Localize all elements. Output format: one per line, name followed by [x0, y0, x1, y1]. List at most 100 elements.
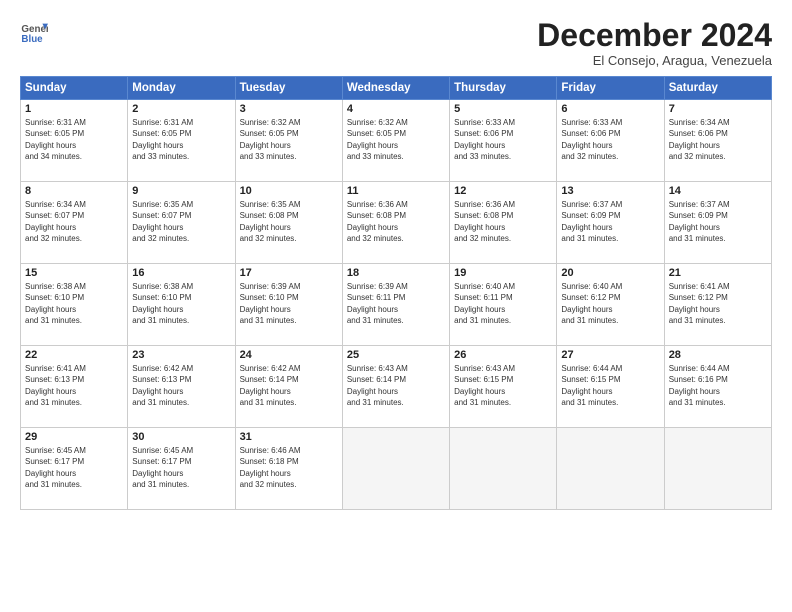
calendar-cell — [557, 428, 664, 510]
day-number: 7 — [669, 103, 767, 115]
calendar-cell — [342, 428, 449, 510]
cell-info: Sunrise: 6:37 AMSunset: 6:09 PMDaylight … — [669, 200, 730, 243]
day-number: 1 — [25, 103, 123, 115]
day-number: 6 — [561, 103, 659, 115]
calendar-cell: 9Sunrise: 6:35 AMSunset: 6:07 PMDaylight… — [128, 182, 235, 264]
day-number: 22 — [25, 349, 123, 361]
cell-info: Sunrise: 6:38 AMSunset: 6:10 PMDaylight … — [25, 282, 86, 325]
calendar-cell: 23Sunrise: 6:42 AMSunset: 6:13 PMDayligh… — [128, 346, 235, 428]
cell-info: Sunrise: 6:36 AMSunset: 6:08 PMDaylight … — [347, 200, 408, 243]
cell-info: Sunrise: 6:42 AMSunset: 6:14 PMDaylight … — [240, 364, 301, 407]
header-tuesday: Tuesday — [235, 77, 342, 100]
day-number: 24 — [240, 349, 338, 361]
cell-info: Sunrise: 6:44 AMSunset: 6:16 PMDaylight … — [669, 364, 730, 407]
logo: General Blue — [20, 18, 52, 46]
cell-info: Sunrise: 6:43 AMSunset: 6:15 PMDaylight … — [454, 364, 515, 407]
calendar-table: Sunday Monday Tuesday Wednesday Thursday… — [20, 76, 772, 510]
cell-info: Sunrise: 6:35 AMSunset: 6:08 PMDaylight … — [240, 200, 301, 243]
calendar-page: General Blue December 2024 El Consejo, A… — [0, 0, 792, 612]
cell-info: Sunrise: 6:43 AMSunset: 6:14 PMDaylight … — [347, 364, 408, 407]
day-number: 5 — [454, 103, 552, 115]
cell-info: Sunrise: 6:45 AMSunset: 6:17 PMDaylight … — [132, 446, 193, 489]
day-number: 27 — [561, 349, 659, 361]
header-monday: Monday — [128, 77, 235, 100]
calendar-cell: 1 Sunrise: 6:31 AMSunset: 6:05 PMDaylight… — [21, 100, 128, 182]
cell-info: Sunrise: 6:46 AMSunset: 6:18 PMDaylight … — [240, 446, 301, 489]
calendar-cell: 12 Sunrise: 6:36 AMSunset: 6:08 PMDayligh… — [450, 182, 557, 264]
header: General Blue December 2024 El Consejo, A… — [20, 18, 772, 68]
calendar-cell — [450, 428, 557, 510]
calendar-cell: 13 Sunrise: 6:37 AMSunset: 6:09 PMDayligh… — [557, 182, 664, 264]
day-number: 26 — [454, 349, 552, 361]
calendar-cell: 17Sunrise: 6:39 AMSunset: 6:10 PMDayligh… — [235, 264, 342, 346]
cell-info: Sunrise: 6:33 AMSunset: 6:06 PMDaylight … — [561, 118, 622, 161]
cell-info: Sunrise: 6:31 AMSunset: 6:05 PMDaylight … — [25, 118, 86, 161]
calendar-cell: 5 Sunrise: 6:33 AMSunset: 6:06 PMDaylight… — [450, 100, 557, 182]
cell-info: Sunrise: 6:33 AMSunset: 6:06 PMDaylight … — [454, 118, 515, 161]
calendar-cell: 15Sunrise: 6:38 AMSunset: 6:10 PMDayligh… — [21, 264, 128, 346]
cell-info: Sunrise: 6:40 AMSunset: 6:11 PMDaylight … — [454, 282, 515, 325]
calendar-cell: 16Sunrise: 6:38 AMSunset: 6:10 PMDayligh… — [128, 264, 235, 346]
header-wednesday: Wednesday — [342, 77, 449, 100]
day-number: 19 — [454, 267, 552, 279]
day-number: 25 — [347, 349, 445, 361]
calendar-cell: 26 Sunrise: 6:43 AMSunset: 6:15 PMDayligh… — [450, 346, 557, 428]
month-title: December 2024 — [537, 18, 772, 53]
calendar-cell: 29 Sunrise: 6:45 AMSunset: 6:17 PMDayligh… — [21, 428, 128, 510]
calendar-cell: 25 Sunrise: 6:43 AMSunset: 6:14 PMDayligh… — [342, 346, 449, 428]
calendar-cell: 20Sunrise: 6:40 AMSunset: 6:12 PMDayligh… — [557, 264, 664, 346]
cell-info: Sunrise: 6:41 AMSunset: 6:13 PMDaylight … — [25, 364, 86, 407]
calendar-cell: 18 Sunrise: 6:39 AMSunset: 6:11 PMDayligh… — [342, 264, 449, 346]
calendar-week-row: 29 Sunrise: 6:45 AMSunset: 6:17 PMDayligh… — [21, 428, 772, 510]
day-number: 21 — [669, 267, 767, 279]
day-number: 8 — [25, 185, 123, 197]
title-block: December 2024 El Consejo, Aragua, Venezu… — [537, 18, 772, 68]
day-number: 20 — [561, 267, 659, 279]
calendar-cell: 11 Sunrise: 6:36 AMSunset: 6:08 PMDayligh… — [342, 182, 449, 264]
calendar-cell: 6 Sunrise: 6:33 AMSunset: 6:06 PMDaylight… — [557, 100, 664, 182]
calendar-week-row: 15Sunrise: 6:38 AMSunset: 6:10 PMDayligh… — [21, 264, 772, 346]
cell-info: Sunrise: 6:41 AMSunset: 6:12 PMDaylight … — [669, 282, 730, 325]
calendar-week-row: 22 Sunrise: 6:41 AMSunset: 6:13 PMDayligh… — [21, 346, 772, 428]
cell-info: Sunrise: 6:35 AMSunset: 6:07 PMDaylight … — [132, 200, 193, 243]
header-thursday: Thursday — [450, 77, 557, 100]
location: El Consejo, Aragua, Venezuela — [537, 53, 772, 68]
day-number: 29 — [25, 431, 123, 443]
header-friday: Friday — [557, 77, 664, 100]
day-number: 3 — [240, 103, 338, 115]
day-number: 31 — [240, 431, 338, 443]
day-number: 17 — [240, 267, 338, 279]
day-number: 23 — [132, 349, 230, 361]
day-number: 11 — [347, 185, 445, 197]
day-number: 28 — [669, 349, 767, 361]
calendar-cell: 30 Sunrise: 6:45 AMSunset: 6:17 PMDayligh… — [128, 428, 235, 510]
calendar-cell: 7Sunrise: 6:34 AMSunset: 6:06 PMDaylight… — [664, 100, 771, 182]
day-number: 13 — [561, 185, 659, 197]
cell-info: Sunrise: 6:45 AMSunset: 6:17 PMDaylight … — [25, 446, 86, 489]
cell-info: Sunrise: 6:31 AMSunset: 6:05 PMDaylight … — [132, 118, 193, 161]
day-number: 12 — [454, 185, 552, 197]
calendar-cell: 28 Sunrise: 6:44 AMSunset: 6:16 PMDayligh… — [664, 346, 771, 428]
cell-info: Sunrise: 6:34 AMSunset: 6:07 PMDaylight … — [25, 200, 86, 243]
cell-info: Sunrise: 6:39 AMSunset: 6:11 PMDaylight … — [347, 282, 408, 325]
calendar-cell: 21 Sunrise: 6:41 AMSunset: 6:12 PMDayligh… — [664, 264, 771, 346]
calendar-cell: 19 Sunrise: 6:40 AMSunset: 6:11 PMDayligh… — [450, 264, 557, 346]
day-number: 2 — [132, 103, 230, 115]
day-number: 4 — [347, 103, 445, 115]
cell-info: Sunrise: 6:44 AMSunset: 6:15 PMDaylight … — [561, 364, 622, 407]
calendar-cell: 2 Sunrise: 6:31 AMSunset: 6:05 PMDaylight… — [128, 100, 235, 182]
day-number: 10 — [240, 185, 338, 197]
day-number: 18 — [347, 267, 445, 279]
calendar-cell: 31 Sunrise: 6:46 AMSunset: 6:18 PMDayligh… — [235, 428, 342, 510]
calendar-cell: 22 Sunrise: 6:41 AMSunset: 6:13 PMDayligh… — [21, 346, 128, 428]
header-saturday: Saturday — [664, 77, 771, 100]
cell-info: Sunrise: 6:36 AMSunset: 6:08 PMDaylight … — [454, 200, 515, 243]
calendar-week-row: 1 Sunrise: 6:31 AMSunset: 6:05 PMDaylight… — [21, 100, 772, 182]
day-number: 30 — [132, 431, 230, 443]
calendar-cell: 8 Sunrise: 6:34 AMSunset: 6:07 PMDaylight… — [21, 182, 128, 264]
svg-text:Blue: Blue — [21, 34, 43, 45]
header-sunday: Sunday — [21, 77, 128, 100]
calendar-cell: 10 Sunrise: 6:35 AMSunset: 6:08 PMDayligh… — [235, 182, 342, 264]
cell-info: Sunrise: 6:37 AMSunset: 6:09 PMDaylight … — [561, 200, 622, 243]
calendar-cell: 27 Sunrise: 6:44 AMSunset: 6:15 PMDayligh… — [557, 346, 664, 428]
